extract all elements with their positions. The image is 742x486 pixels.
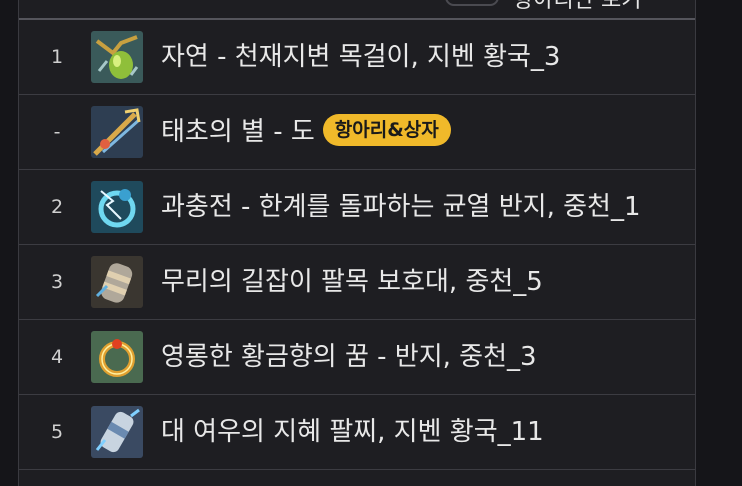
- item-row[interactable]: 1 자연 - 천재지변 목걸이, 지벤 황국_3: [19, 20, 695, 95]
- item-row[interactable]: 4 영롱한 황금향의 꿈 - 반지, 중천_3: [19, 320, 695, 395]
- necklace-icon: [91, 31, 143, 83]
- item-rank: 1: [50, 46, 64, 68]
- weapon-icon: [91, 106, 143, 158]
- item-name: 과충전 - 한계를 돌파하는 균열 반지, 중천_1: [161, 192, 641, 222]
- item-name: 자연 - 천재지변 목걸이, 지벤 황국_3: [161, 42, 561, 72]
- gold-ring-icon: [91, 331, 143, 383]
- item-name: 영롱한 황금향의 꿈 - 반지, 중천_3: [161, 342, 537, 372]
- item-name: 무리의 길잡이 팔목 보호대, 중천_5: [161, 267, 543, 297]
- item-rank: -: [53, 121, 61, 143]
- item-rank: 4: [50, 346, 64, 368]
- jar-box-badge: 항아리&상자: [322, 113, 451, 146]
- item-name: 태초의 별 - 도 항아리&상자: [161, 95, 451, 169]
- item-name: 대 여우의 지혜 팔찌, 지벤 황국_11: [161, 417, 544, 447]
- bracelet-icon: [91, 406, 143, 458]
- item-rank: 3: [50, 271, 64, 293]
- item-list-panel: 항아리만 보기 1 자연 - 천재지변 목걸이, 지벤 황국_3 - 태초의 별…: [18, 0, 696, 486]
- jar-only-label: 항아리만 보기: [513, 0, 642, 13]
- ring-icon: [91, 181, 143, 233]
- bracer-icon: [91, 256, 143, 308]
- item-rank: 5: [50, 421, 64, 443]
- list-header: 항아리만 보기: [19, 0, 695, 20]
- item-row[interactable]: 3 무리의 길잡이 팔목 보호대, 중천_5: [19, 245, 695, 320]
- item-rank: 2: [50, 196, 64, 218]
- item-row[interactable]: - 태초의 별 - 도 항아리&상자: [19, 95, 695, 170]
- item-row[interactable]: 5 대 여우의 지혜 팔찌, 지벤 황국_11: [19, 395, 695, 470]
- item-row[interactable]: 2 과충전 - 한계를 돌파하는 균열 반지, 중천_1: [19, 170, 695, 245]
- jar-only-toggle[interactable]: [445, 0, 499, 6]
